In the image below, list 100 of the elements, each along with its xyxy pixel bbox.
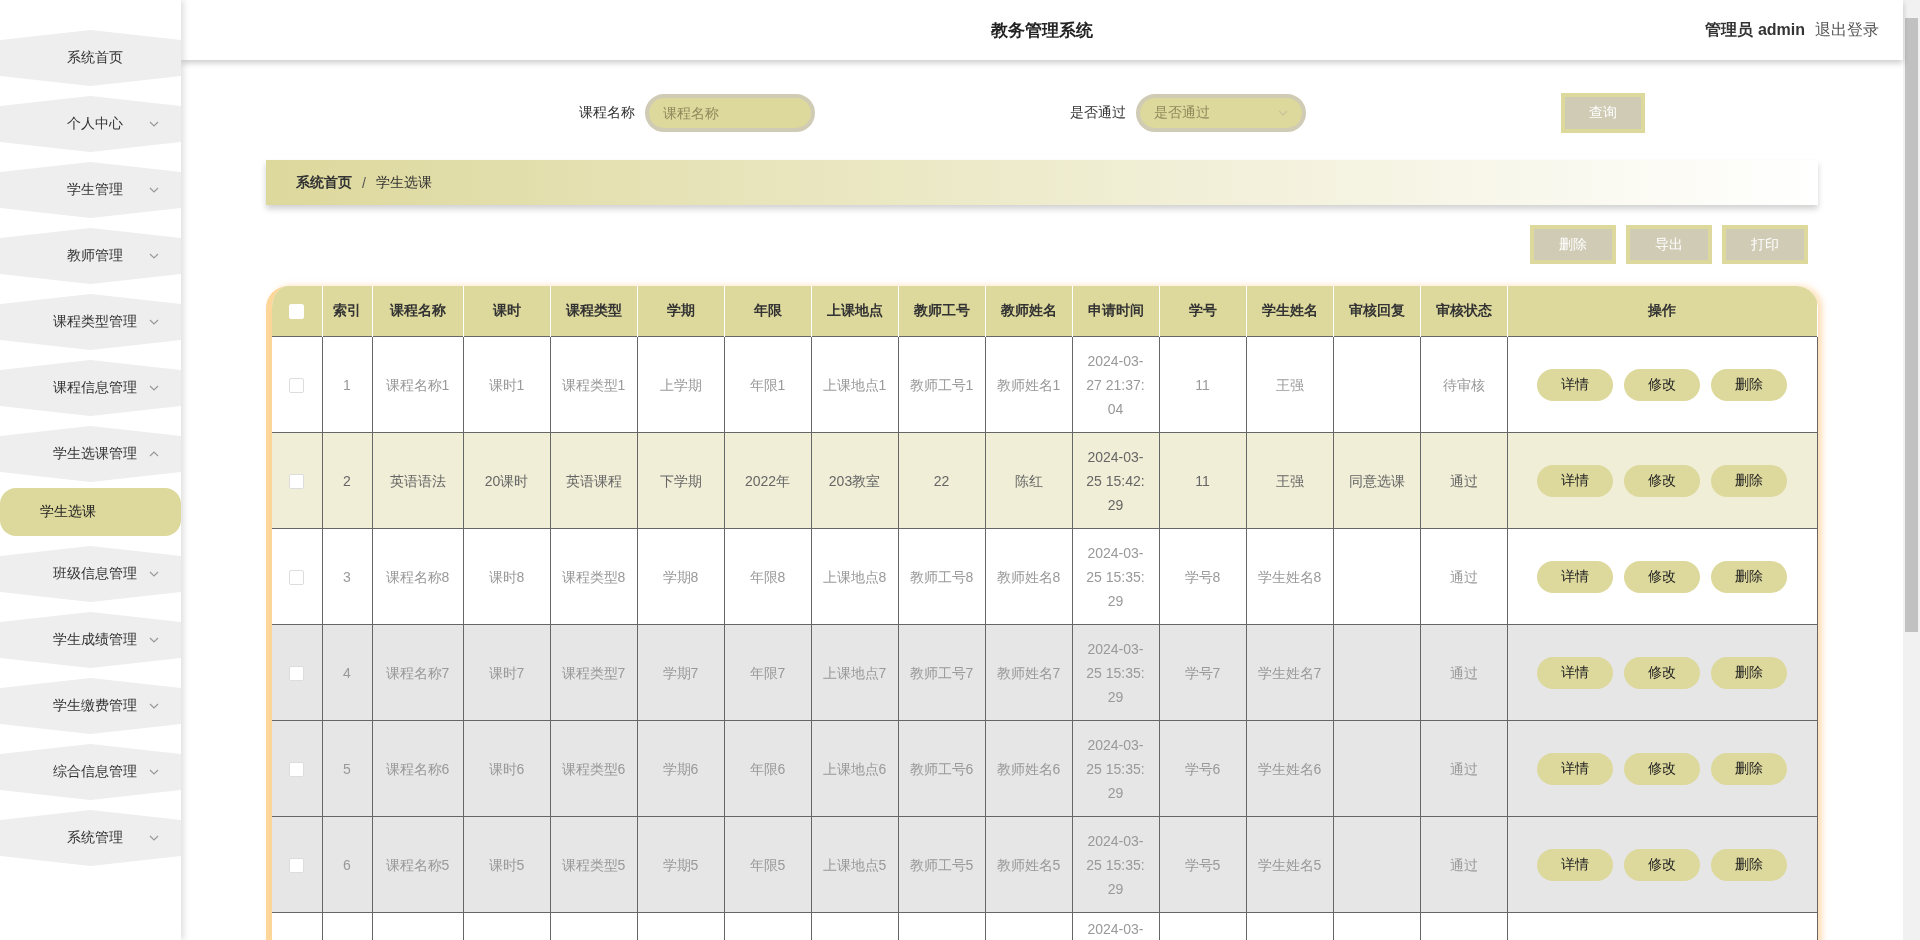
table-cell: 1 [343, 376, 351, 393]
table-cell: 上课地点6 [822, 760, 887, 777]
sidebar-item[interactable]: 教师管理 [0, 228, 181, 284]
table-cell: 课程类型6 [561, 760, 626, 777]
table-cell: 年限6 [749, 760, 786, 777]
row-action-button[interactable]: 删除 [1711, 656, 1788, 689]
row-action-button[interactable]: 修改 [1624, 368, 1701, 401]
table-cell: 通过 [1449, 472, 1478, 489]
table-cell: 年限7 [749, 664, 786, 681]
column-header: 课时 [463, 286, 550, 337]
table-cell: 学生姓名6 [1257, 760, 1322, 777]
course-name-field[interactable]: 课程名称 [645, 94, 815, 132]
column-header: 操作 [1507, 286, 1818, 337]
sidebar-item[interactable]: 综合信息管理 [0, 744, 181, 800]
table-cell: 2024-03- [1087, 921, 1144, 937]
row-checkbox[interactable] [289, 570, 305, 586]
sidebar-item[interactable]: 课程信息管理 [0, 360, 181, 416]
table-cell: 课程类型8 [561, 568, 626, 585]
sidebar-item[interactable]: 学生成绩管理 [0, 612, 181, 668]
row-action-button[interactable]: 详情 [1537, 464, 1614, 497]
row-action-button[interactable]: 详情 [1537, 656, 1614, 689]
table-cell: 年限8 [749, 568, 786, 585]
table-cell: 上课地点1 [822, 376, 887, 393]
sidebar-item[interactable]: 系统首页 [0, 30, 181, 86]
table-cell: 2024-03-25 15:35:29 [1086, 640, 1145, 705]
table-cell: 课程名称7 [385, 664, 450, 681]
column-header: 审核状态 [1420, 286, 1507, 337]
row-action-button[interactable]: 修改 [1624, 752, 1701, 785]
logout-link[interactable]: 退出登录 [1815, 20, 1879, 41]
table-cell: 11 [1195, 376, 1210, 393]
table-cell: 学号8 [1184, 568, 1221, 585]
table-cell: 学号6 [1184, 760, 1221, 777]
column-header: 上课地点 [811, 286, 898, 337]
table-cell: 3 [343, 568, 351, 585]
row-action-button[interactable]: 删除 [1711, 848, 1788, 881]
table-cell: 教师工号5 [909, 856, 974, 873]
breadcrumb-link[interactable]: 系统首页 [296, 173, 352, 192]
table-cell: 教师工号1 [909, 376, 974, 393]
sidebar-item[interactable]: 学生管理 [0, 162, 181, 218]
table-cell: 2024-03-25 15:42:29 [1086, 448, 1145, 513]
table-cell: 教师姓名5 [996, 856, 1061, 873]
row-checkbox[interactable] [289, 762, 305, 778]
table-cell: 学期8 [662, 568, 699, 585]
table-cell: 课程类型1 [561, 376, 626, 393]
row-checkbox[interactable] [289, 474, 305, 490]
column-header: 学号 [1159, 286, 1246, 337]
row-action-button[interactable]: 删除 [1711, 464, 1788, 497]
row-action-button[interactable]: 修改 [1624, 560, 1701, 593]
chevron-icon [149, 253, 159, 259]
table-cell: 2 [343, 472, 351, 489]
table-cell: 教师姓名7 [996, 664, 1061, 681]
column-header: 申请时间 [1072, 286, 1159, 337]
sidebar-item[interactable]: 系统管理 [0, 810, 181, 866]
table-cell: 4 [343, 664, 351, 681]
row-action-button[interactable]: 删除 [1711, 752, 1788, 785]
table-cell: 教师姓名1 [996, 376, 1061, 393]
chevron-icon [149, 769, 159, 775]
table-cell: 上学期 [659, 376, 702, 393]
row-checkbox[interactable] [289, 666, 305, 682]
row-action-button[interactable]: 修改 [1624, 464, 1701, 497]
sidebar-item[interactable]: 个人中心 [0, 96, 181, 152]
chevron-icon [149, 451, 159, 457]
table-cell: 学号7 [1184, 664, 1221, 681]
scrollbar[interactable] [1903, 0, 1920, 940]
sidebar-subitem[interactable]: 学生选课 [0, 488, 181, 536]
row-action-button[interactable]: 删除 [1711, 368, 1788, 401]
chevron-icon [149, 187, 159, 193]
table-cell: 课程名称6 [385, 760, 450, 777]
field-label: 课程名称 [579, 104, 635, 122]
row-checkbox[interactable] [289, 378, 305, 394]
app-title: 教务管理系统 [991, 19, 1093, 42]
table-cell: 2024-03-25 15:35:29 [1086, 544, 1145, 609]
table-cell: 英语课程 [565, 472, 622, 489]
table-cell: 20课时 [484, 472, 529, 489]
table-cell: 课时5 [488, 856, 525, 873]
sidebar-item[interactable]: 学生选课管理 [0, 426, 181, 482]
sidebar-item[interactable]: 课程类型管理 [0, 294, 181, 350]
table-cell: 学号5 [1184, 856, 1221, 873]
table-cell: 课程名称8 [385, 568, 450, 585]
table-cell: 学生姓名5 [1257, 856, 1322, 873]
row-action-button[interactable]: 修改 [1624, 848, 1701, 881]
table-cell: 学生姓名7 [1257, 664, 1322, 681]
row-action-button[interactable]: 详情 [1537, 368, 1614, 401]
table-cell: 教师工号6 [909, 760, 974, 777]
chevron-icon [149, 319, 159, 325]
sidebar-item[interactable]: 班级信息管理 [0, 546, 181, 602]
column-header: 教师工号 [898, 286, 985, 337]
row-action-button[interactable]: 详情 [1537, 560, 1614, 593]
sidebar-item[interactable]: 学生缴费管理 [0, 678, 181, 734]
select-all-checkbox[interactable] [289, 304, 305, 320]
row-action-button[interactable]: 删除 [1711, 560, 1788, 593]
breadcrumb-link[interactable]: 学生选课 [375, 173, 432, 192]
table-cell: 6 [343, 856, 351, 873]
row-checkbox[interactable] [289, 858, 305, 874]
row-action-button[interactable]: 修改 [1624, 656, 1701, 689]
row-action-button[interactable]: 详情 [1537, 848, 1614, 881]
table-cell: 2024-03-25 15:35:29 [1086, 832, 1145, 897]
table-cell: 同意选课 [1348, 472, 1405, 489]
row-action-button[interactable]: 详情 [1537, 752, 1614, 785]
table-cell: 通过 [1449, 760, 1478, 777]
